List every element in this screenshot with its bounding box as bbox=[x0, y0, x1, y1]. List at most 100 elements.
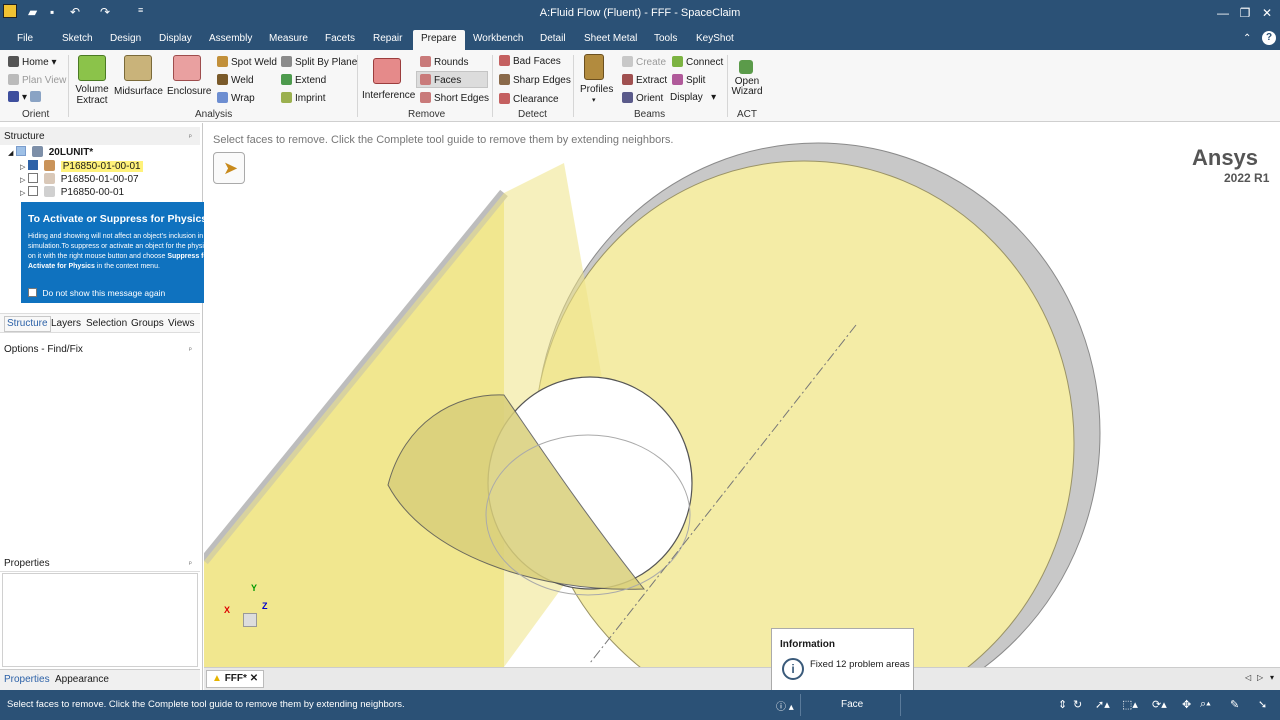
document-tab-bar: ▲ FFF* ✕ ◁ ▷ ▾ bbox=[204, 667, 1280, 690]
item-checkbox[interactable] bbox=[28, 160, 39, 170]
arrow-tool-icon[interactable]: ➘ bbox=[1258, 698, 1267, 711]
menu-detail[interactable]: Detail bbox=[540, 33, 566, 44]
midsurface-button[interactable]: Midsurface bbox=[114, 86, 163, 97]
menu-display[interactable]: Display bbox=[159, 33, 192, 44]
spot-weld-button[interactable]: Spot Weld bbox=[217, 56, 277, 68]
tab-properties[interactable]: Properties bbox=[4, 674, 50, 685]
menu-facets[interactable]: Facets bbox=[325, 33, 355, 44]
restore-icon[interactable]: ❐ bbox=[1234, 3, 1256, 23]
hint-text: Select faces to remove. Click the Comple… bbox=[213, 134, 674, 146]
clearance-button[interactable]: Clearance bbox=[499, 93, 559, 105]
tab-selection[interactable]: Selection bbox=[86, 318, 127, 329]
tab-groups[interactable]: Groups bbox=[131, 318, 164, 329]
profiles-button[interactable]: Profiles bbox=[580, 84, 613, 95]
pen-icon[interactable]: ✎ bbox=[1230, 698, 1239, 711]
spin-icon[interactable]: ⟳▴ bbox=[1152, 698, 1167, 711]
tab-next-icon[interactable]: ▷ bbox=[1257, 673, 1263, 682]
3d-viewport[interactable]: Select faces to remove. Click the Comple… bbox=[204, 123, 1280, 667]
zoom-icon[interactable]: ⌕▴ bbox=[1200, 698, 1211, 711]
interference-button[interactable]: Interference bbox=[362, 90, 415, 101]
open-wizard-button[interactable]: Open Wizard bbox=[731, 77, 763, 97]
collapse-icon[interactable]: ◢ bbox=[8, 150, 13, 157]
tree-item[interactable]: ▷ P16850-01-00-01 bbox=[20, 160, 143, 172]
menu-sketch[interactable]: Sketch bbox=[62, 33, 93, 44]
volume-extract-button[interactable]: Volume Extract bbox=[74, 84, 110, 106]
pin-icon[interactable]: ₚ bbox=[189, 343, 192, 352]
orient-beam-button[interactable]: Orient bbox=[622, 92, 663, 104]
profiles-dropdown-icon[interactable]: ▾ bbox=[592, 96, 596, 104]
menu-sheet-metal[interactable]: Sheet Metal bbox=[584, 33, 637, 44]
status-divider bbox=[800, 694, 801, 716]
menu-file[interactable]: File bbox=[17, 33, 33, 44]
split-beam-button[interactable]: Split bbox=[672, 74, 705, 86]
root-checkbox[interactable] bbox=[16, 146, 27, 156]
faces-button[interactable]: Faces bbox=[416, 71, 488, 88]
scroll-icon[interactable]: ⇕ bbox=[1058, 698, 1067, 711]
enclosure-button[interactable]: Enclosure bbox=[167, 86, 211, 97]
expand-icon[interactable]: ▷ bbox=[20, 190, 25, 197]
create-beam-button[interactable]: Create bbox=[622, 56, 666, 68]
plan-view-button[interactable]: Plan View bbox=[8, 74, 66, 86]
tab-views[interactable]: Views bbox=[168, 318, 195, 329]
tree-item[interactable]: ▷ P16850-00-01 bbox=[20, 186, 124, 198]
rounds-button[interactable]: Rounds bbox=[420, 56, 468, 68]
tab-prev-icon[interactable]: ◁ bbox=[1245, 673, 1251, 682]
sharp-edges-label: Sharp Edges bbox=[513, 75, 571, 86]
extract-beam-button[interactable]: Extract bbox=[622, 74, 667, 86]
expand-icon[interactable]: ▷ bbox=[20, 177, 25, 184]
menu-assembly[interactable]: Assembly bbox=[209, 33, 252, 44]
pin-icon[interactable]: ₚ bbox=[189, 130, 192, 139]
menu-prepare[interactable]: Prepare bbox=[413, 30, 465, 50]
extend-button[interactable]: Extend bbox=[281, 74, 326, 86]
selection-mode[interactable]: Face bbox=[841, 699, 863, 710]
properties-panel-header: Properties ₚ bbox=[0, 554, 200, 572]
expand-icon[interactable]: ▷ bbox=[20, 164, 25, 171]
view-cube-button[interactable]: ▾ bbox=[8, 91, 44, 103]
minimize-icon[interactable]: — bbox=[1212, 3, 1234, 23]
sharp-edges-button[interactable]: Sharp Edges bbox=[499, 74, 571, 86]
rotate-icon[interactable]: ↻ bbox=[1073, 698, 1082, 711]
tab-appearance[interactable]: Appearance bbox=[55, 674, 109, 685]
wrap-button[interactable]: Wrap bbox=[217, 92, 255, 104]
pin-icon[interactable]: ₚ bbox=[189, 557, 192, 566]
short-edges-button[interactable]: Short Edges bbox=[420, 92, 489, 104]
menu-keyshot[interactable]: KeyShot bbox=[696, 33, 734, 44]
close-tab-icon[interactable]: ✕ bbox=[250, 673, 258, 684]
tree-item[interactable]: ▷ P16850-01-00-07 bbox=[20, 173, 139, 185]
item-checkbox[interactable] bbox=[28, 186, 39, 196]
close-icon[interactable]: ✕ bbox=[1256, 3, 1278, 23]
tree-root[interactable]: ◢ 20LUNIT* bbox=[8, 146, 93, 158]
tab-structure[interactable]: Structure bbox=[4, 316, 51, 332]
checkbox-box[interactable] bbox=[28, 288, 37, 297]
beam-display-button[interactable]: Display ▾ bbox=[670, 92, 716, 103]
menu-workbench[interactable]: Workbench bbox=[473, 33, 523, 44]
item-checkbox[interactable] bbox=[28, 173, 39, 183]
info-status-icon[interactable]: ⓘ ▴ bbox=[776, 698, 794, 713]
split-by-plane-button[interactable]: Split By Plane bbox=[281, 56, 357, 68]
split-beam-label: Split bbox=[686, 75, 706, 86]
connect-beam-button[interactable]: Connect bbox=[672, 56, 723, 68]
menu-design[interactable]: Design bbox=[110, 33, 141, 44]
do-not-show-checkbox[interactable]: Do not show this message again bbox=[28, 288, 165, 298]
menu-tools[interactable]: Tools bbox=[654, 33, 677, 44]
menu-repair[interactable]: Repair bbox=[373, 33, 402, 44]
tab-layers[interactable]: Layers bbox=[51, 318, 81, 329]
select-mode-icon[interactable]: ➚▴ bbox=[1095, 698, 1110, 711]
document-tab[interactable]: ▲ FFF* ✕ bbox=[206, 670, 265, 688]
ribbon-collapse-icon[interactable]: ⌃ bbox=[1243, 33, 1251, 44]
box-select-icon[interactable]: ⬚▴ bbox=[1122, 698, 1138, 711]
root-label: 20LUNIT* bbox=[48, 147, 94, 158]
model-canvas[interactable] bbox=[204, 123, 1280, 667]
select-tool-button[interactable]: ➤ bbox=[213, 152, 245, 184]
weld-button[interactable]: Weld bbox=[217, 74, 254, 86]
separator bbox=[573, 55, 574, 117]
bad-faces-label: Bad Faces bbox=[513, 56, 561, 67]
open-wizard-icon bbox=[739, 60, 753, 74]
bad-faces-button[interactable]: Bad Faces bbox=[499, 55, 561, 67]
tab-menu-icon[interactable]: ▾ bbox=[1270, 673, 1274, 682]
imprint-button[interactable]: Imprint bbox=[281, 92, 326, 104]
home-button[interactable]: Home ▾ bbox=[8, 56, 57, 68]
help-icon[interactable]: ? bbox=[1262, 31, 1276, 45]
pan-icon[interactable]: ✥ bbox=[1182, 698, 1191, 711]
menu-measure[interactable]: Measure bbox=[269, 33, 308, 44]
